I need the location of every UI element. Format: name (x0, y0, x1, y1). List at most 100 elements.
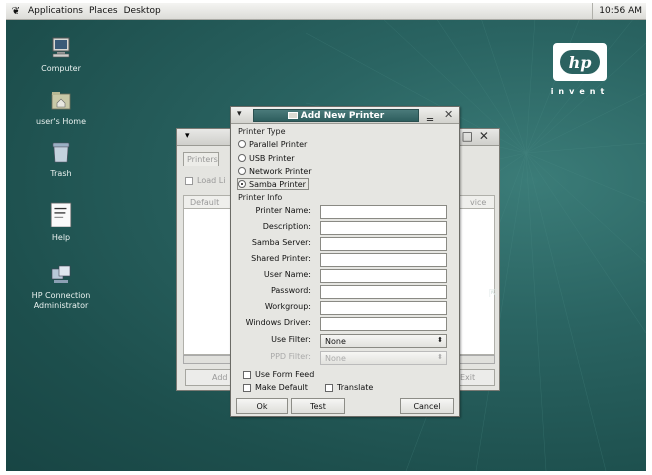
dialog-title-text: Add New Printer (300, 110, 385, 121)
clock[interactable]: 10:56 AM (592, 3, 646, 19)
field-windows-driver: Windows Driver: (231, 317, 461, 331)
field-printer-name: Printer Name: (231, 205, 461, 219)
desktop-icon-hp-connection[interactable]: HP Connection Administrator (16, 263, 106, 311)
desktop-icon-trash[interactable]: Trash (16, 141, 106, 179)
checkbox-box[interactable] (243, 383, 251, 392)
radio-usb-printer[interactable]: USB Printer (238, 152, 295, 164)
desktop-icon-help[interactable]: Help (16, 201, 106, 243)
desktop-icon-label: user's Home (36, 117, 86, 126)
field-samba-server: Samba Server: (231, 237, 461, 251)
ppd-filter-select: None ⬍ (320, 351, 447, 365)
checkbox-label: Use Form Feed (255, 370, 315, 379)
use-form-feed-checkbox[interactable]: Use Form Feed (243, 370, 314, 379)
field-ppd-filter: PPD Filter: None ⬍ (231, 351, 461, 365)
field-password: Password: (231, 285, 461, 299)
home-folder-icon (51, 92, 71, 110)
mouse-pointer-icon: ⇱ (489, 287, 499, 300)
radio-samba-printer[interactable]: Samba Printer (237, 178, 309, 190)
use-filter-value: None (325, 337, 346, 346)
translate-checkbox[interactable]: Translate (325, 383, 373, 392)
checkbox-box[interactable] (325, 383, 333, 392)
use-filter-select[interactable]: None ⬍ (320, 334, 447, 348)
hp-logo-tagline: invent (550, 87, 610, 96)
field-description: Description: (231, 221, 461, 235)
radio-label: Samba Printer (249, 179, 306, 189)
dialog-title: Add New Printer (253, 109, 419, 122)
updown-arrow-icon: ⬍ (437, 336, 443, 344)
window-menu-icon[interactable]: ▾ (185, 131, 190, 141)
make-default-checkbox[interactable]: Make Default (243, 383, 308, 392)
user-name-input[interactable] (320, 269, 447, 283)
desktop: ❦ Applications Places Desktop 10:56 AM C… (6, 3, 646, 471)
checkbox-label: Make Default (255, 383, 308, 392)
load-checkbox[interactable] (185, 177, 193, 185)
checkbox-box[interactable] (243, 370, 251, 379)
dialog-titlebar: ▾ Add New Printer ‗ ✕ (231, 107, 459, 124)
field-label: Shared Printer: (251, 254, 311, 263)
column-default[interactable]: Default (190, 198, 219, 207)
minimize-icon[interactable]: ‗ (427, 107, 433, 121)
load-label: Load Li (197, 176, 226, 185)
screen: ❦ Applications Places Desktop 10:56 AM C… (0, 0, 652, 475)
ok-button[interactable]: Ok (236, 398, 288, 414)
shared-printer-input[interactable] (320, 253, 447, 267)
updown-arrow-icon: ⬍ (437, 353, 443, 361)
trash-icon (52, 142, 70, 163)
field-shared-printer: Shared Printer: (231, 253, 461, 267)
help-icon (50, 202, 72, 228)
desktop-icon-label: Help (51, 233, 71, 242)
printer-type-section-label: Printer Type (238, 127, 286, 136)
printer-name-input[interactable] (320, 205, 447, 219)
radio-button[interactable] (238, 154, 246, 162)
field-label: Password: (270, 286, 311, 295)
column-device[interactable]: vice (470, 198, 486, 207)
radio-label: USB Printer (249, 153, 295, 163)
field-user-name: User Name: (231, 269, 461, 283)
applications-menu[interactable]: Applications (25, 6, 86, 16)
desktop-menu[interactable]: Desktop (121, 6, 164, 16)
radio-network-printer[interactable]: Network Printer (238, 165, 312, 177)
gnome-foot-icon[interactable]: ❦ (10, 5, 22, 17)
password-input[interactable] (320, 285, 447, 299)
field-use-filter: Use Filter: None ⬍ (231, 334, 461, 348)
radio-label: Parallel Printer (249, 139, 308, 149)
test-button[interactable]: Test (291, 398, 345, 414)
radio-button[interactable] (238, 167, 246, 175)
radio-button[interactable] (238, 140, 246, 148)
field-workgroup: Workgroup: (231, 301, 461, 315)
field-label: Windows Driver: (245, 318, 311, 327)
hp-connection-icon (51, 265, 71, 283)
field-label: Description: (262, 222, 311, 231)
window-menu-icon[interactable]: ▾ (237, 109, 242, 119)
field-label: Printer Name: (255, 206, 311, 215)
radio-label: Network Printer (249, 166, 312, 176)
close-icon[interactable]: ✕ (444, 108, 453, 121)
workgroup-input[interactable] (320, 301, 447, 315)
field-label: PPD Filter: (270, 352, 311, 361)
samba-server-input[interactable] (320, 237, 447, 251)
windows-driver-input[interactable] (320, 317, 447, 331)
add-button[interactable]: Add (185, 369, 235, 386)
description-input[interactable] (320, 221, 447, 235)
printer-info-section-label: Printer Info (238, 193, 283, 202)
radio-parallel-printer[interactable]: Parallel Printer (238, 138, 307, 150)
ppd-filter-value: None (325, 354, 346, 363)
checkbox-label: Translate (337, 383, 374, 392)
window-icon (287, 112, 298, 119)
cancel-button[interactable]: Cancel (400, 398, 454, 414)
tab-printers[interactable]: Printers (183, 152, 219, 166)
radio-button-selected[interactable] (238, 180, 246, 188)
field-label: Use Filter: (271, 335, 311, 344)
desktop-icon-label: HP Connection Administrator (31, 291, 91, 310)
hp-logo-mark: hp (560, 50, 600, 74)
places-menu[interactable]: Places (86, 6, 121, 16)
computer-icon (52, 37, 70, 58)
top-panel: ❦ Applications Places Desktop 10:56 AM (6, 3, 646, 20)
desktop-icon-computer[interactable]: Computer (16, 36, 106, 74)
desktop-icon-label: Computer (41, 64, 81, 73)
field-label: User Name: (263, 270, 311, 279)
desktop-icon-home[interactable]: user's Home (16, 89, 106, 127)
hp-logo: hp invent (548, 43, 612, 103)
field-label: Workgroup: (264, 302, 311, 311)
desktop-icon-label: Trash (50, 169, 72, 178)
